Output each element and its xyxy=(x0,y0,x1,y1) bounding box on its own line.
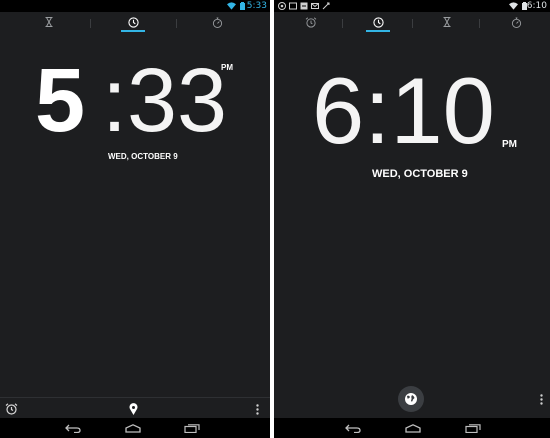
wifi-icon xyxy=(227,2,236,10)
alarm-icon xyxy=(5,403,17,415)
tab-timer[interactable] xyxy=(432,12,462,32)
status-clock: 5:33 xyxy=(246,1,267,11)
tab-stopwatch[interactable] xyxy=(501,12,531,32)
clock-tabs xyxy=(0,12,270,32)
battery-icon xyxy=(240,2,245,10)
clock-screen-left: 5:33 5 :33 PM WED, OCTOBER 9 xyxy=(0,0,270,438)
back-button[interactable] xyxy=(338,418,368,438)
recents-icon xyxy=(465,423,481,433)
clock-icon xyxy=(127,16,139,28)
back-icon xyxy=(65,424,81,433)
tab-clock[interactable] xyxy=(363,12,393,32)
hourglass-icon xyxy=(45,17,53,27)
notification-icon xyxy=(322,2,330,10)
status-bar: 5:33 xyxy=(0,0,270,12)
tab-alarm[interactable] xyxy=(296,12,326,32)
clock-tabs xyxy=(274,12,550,32)
clock-hour: 5 xyxy=(35,51,86,151)
overflow-menu-button[interactable] xyxy=(534,390,548,408)
cities-button[interactable] xyxy=(122,398,144,420)
home-icon xyxy=(125,423,141,433)
tab-clock[interactable] xyxy=(118,12,148,32)
home-button[interactable] xyxy=(398,418,428,438)
bottom-action-bar xyxy=(0,397,270,419)
globe-icon xyxy=(405,393,417,405)
clock-screen-right: 6:10 6:10 PM WED, OCTOBER 9 xyxy=(274,0,550,438)
home-icon xyxy=(405,423,421,433)
stopwatch-icon xyxy=(511,16,521,28)
alarms-button[interactable] xyxy=(0,398,22,420)
notification-icon xyxy=(300,2,308,10)
overflow-menu-icon xyxy=(539,393,543,405)
recents-button[interactable] xyxy=(177,418,207,438)
hourglass-icon xyxy=(443,17,451,27)
world-cities-button[interactable] xyxy=(398,386,424,412)
status-clock: 6:10 xyxy=(526,1,547,11)
clock-date: WED, OCTOBER 9 xyxy=(372,168,468,180)
home-button[interactable] xyxy=(118,418,148,438)
clock-ampm: PM xyxy=(221,63,233,72)
back-icon xyxy=(345,424,361,433)
tab-timer[interactable] xyxy=(34,12,64,32)
notification-icon xyxy=(278,2,286,10)
stopwatch-icon xyxy=(212,16,222,28)
navigation-bar xyxy=(0,418,270,438)
overflow-menu-button[interactable] xyxy=(246,398,268,420)
clock-date: WED, OCTOBER 9 xyxy=(108,152,178,161)
notification-icon xyxy=(289,2,297,10)
alarm-icon xyxy=(305,16,317,28)
location-pin-icon xyxy=(129,403,137,415)
clock-ampm: PM xyxy=(502,139,517,150)
clock-minutes: :33 xyxy=(102,51,228,151)
clock-icon xyxy=(372,16,384,28)
back-button[interactable] xyxy=(58,418,88,438)
notification-icon xyxy=(311,3,319,9)
recents-button[interactable] xyxy=(458,418,488,438)
recents-icon xyxy=(184,423,200,433)
wifi-icon xyxy=(509,2,518,10)
tab-stopwatch[interactable] xyxy=(202,12,232,32)
status-bar: 6:10 xyxy=(274,0,550,12)
clock-time: 6:10 xyxy=(312,58,495,163)
navigation-bar xyxy=(274,418,550,438)
overflow-menu-icon xyxy=(255,403,259,415)
